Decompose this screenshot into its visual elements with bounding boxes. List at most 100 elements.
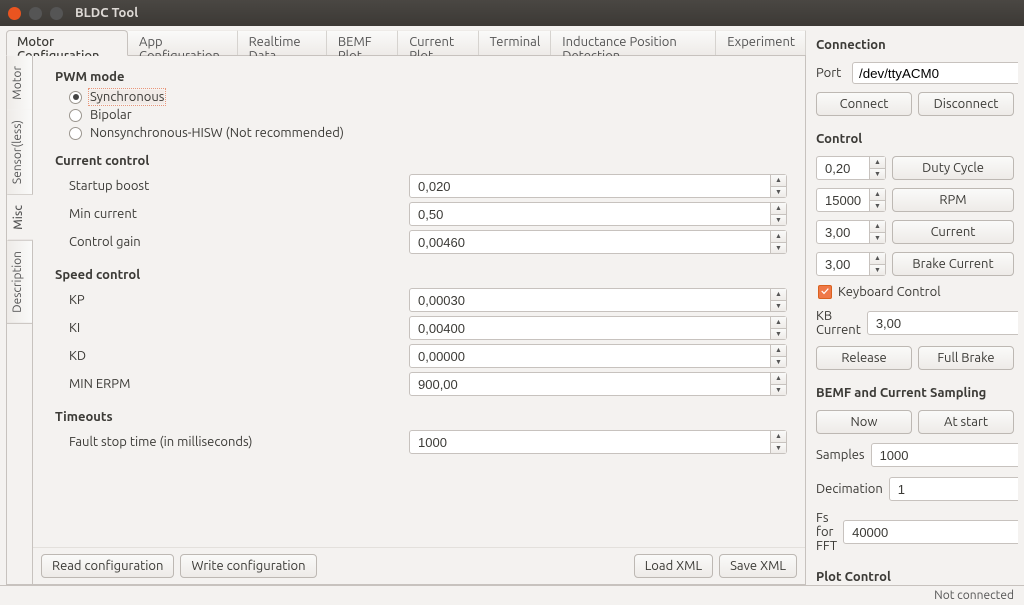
min-current-label: Min current bbox=[69, 207, 409, 221]
spin-up-icon[interactable]: ▲ bbox=[771, 175, 786, 187]
spin-down-icon[interactable]: ▼ bbox=[771, 301, 786, 312]
brake-current-button[interactable]: Brake Current bbox=[892, 252, 1014, 276]
kd-input[interactable]: ▲▼ bbox=[409, 344, 787, 368]
fs-fft-input[interactable]: ▲▼ bbox=[843, 520, 1018, 544]
port-input[interactable] bbox=[852, 62, 1018, 84]
release-button[interactable]: Release bbox=[816, 346, 912, 370]
kp-field[interactable] bbox=[409, 288, 771, 312]
current-field[interactable] bbox=[816, 220, 870, 244]
fault-stop-input[interactable]: ▲▼ bbox=[409, 430, 787, 454]
spin-down-icon[interactable]: ▼ bbox=[870, 265, 885, 276]
spin-up-icon[interactable]: ▲ bbox=[870, 253, 885, 265]
spin-up-icon[interactable]: ▲ bbox=[771, 431, 786, 443]
close-icon[interactable] bbox=[8, 7, 21, 20]
radio-icon[interactable] bbox=[69, 109, 82, 122]
vtab-misc[interactable]: Misc bbox=[7, 195, 33, 241]
rpm-field[interactable] bbox=[816, 188, 870, 212]
fs-fft-field[interactable] bbox=[843, 520, 1018, 544]
pwm-option-synchronous[interactable]: Synchronous bbox=[69, 90, 787, 104]
spin-up-icon[interactable]: ▲ bbox=[771, 345, 786, 357]
kp-input[interactable]: ▲▼ bbox=[409, 288, 787, 312]
kb-current-input[interactable]: ▲▼ bbox=[867, 311, 1018, 335]
maximize-icon[interactable] bbox=[50, 7, 63, 20]
checkbox-icon[interactable] bbox=[818, 285, 832, 299]
radio-icon[interactable] bbox=[69, 91, 82, 104]
spin-down-icon[interactable]: ▼ bbox=[870, 233, 885, 244]
load-xml-button[interactable]: Load XML bbox=[634, 554, 713, 578]
pwm-option-nonsync[interactable]: Nonsynchronous-HISW (Not recommended) bbox=[69, 126, 787, 140]
disconnect-button[interactable]: Disconnect bbox=[918, 92, 1014, 116]
rpm-input[interactable]: ▲▼ bbox=[816, 188, 886, 212]
samples-input[interactable]: ▲▼ bbox=[871, 443, 1018, 467]
duty-cycle-button[interactable]: Duty Cycle bbox=[892, 156, 1014, 180]
port-label: Port bbox=[816, 66, 846, 80]
vtab-motor[interactable]: Motor bbox=[7, 56, 32, 110]
sample-at-start-button[interactable]: At start bbox=[918, 410, 1014, 434]
current-input[interactable]: ▲▼ bbox=[816, 220, 886, 244]
spin-down-icon[interactable]: ▼ bbox=[771, 357, 786, 368]
tab-current-plot[interactable]: Current Plot bbox=[398, 30, 478, 55]
current-button[interactable]: Current bbox=[892, 220, 1014, 244]
spin-up-icon[interactable]: ▲ bbox=[870, 157, 885, 169]
tab-bemf-plot[interactable]: BEMF Plot bbox=[327, 30, 398, 55]
samples-field[interactable] bbox=[871, 443, 1018, 467]
fs-fft-label: Fs for FFT bbox=[816, 511, 837, 553]
radio-icon[interactable] bbox=[69, 127, 82, 140]
bemf-heading: BEMF and Current Sampling bbox=[816, 386, 1018, 400]
kd-field[interactable] bbox=[409, 344, 771, 368]
spin-up-icon[interactable]: ▲ bbox=[870, 189, 885, 201]
min-current-input[interactable]: ▲▼ bbox=[409, 202, 787, 226]
radio-label: Bipolar bbox=[90, 108, 132, 122]
duty-cycle-input[interactable]: ▲▼ bbox=[816, 156, 886, 180]
tab-realtime-data[interactable]: Realtime Data bbox=[238, 30, 327, 55]
spin-up-icon[interactable]: ▲ bbox=[771, 203, 786, 215]
sample-now-button[interactable]: Now bbox=[816, 410, 912, 434]
decimation-field[interactable] bbox=[889, 477, 1018, 501]
tab-app-configuration[interactable]: App Configuration bbox=[128, 30, 238, 55]
spin-down-icon[interactable]: ▼ bbox=[771, 443, 786, 454]
full-brake-button[interactable]: Full Brake bbox=[918, 346, 1014, 370]
spin-down-icon[interactable]: ▼ bbox=[771, 329, 786, 340]
speed-control-heading: Speed control bbox=[55, 268, 787, 282]
min-erpm-field[interactable] bbox=[409, 372, 771, 396]
ki-field[interactable] bbox=[409, 316, 771, 340]
min-erpm-input[interactable]: ▲▼ bbox=[409, 372, 787, 396]
spin-down-icon[interactable]: ▼ bbox=[771, 243, 786, 254]
spin-down-icon[interactable]: ▼ bbox=[870, 169, 885, 180]
tab-motor-configuration[interactable]: Motor Configuration bbox=[6, 30, 128, 56]
save-xml-button[interactable]: Save XML bbox=[719, 554, 797, 578]
control-gain-field[interactable] bbox=[409, 230, 771, 254]
control-gain-input[interactable]: ▲▼ bbox=[409, 230, 787, 254]
spin-down-icon[interactable]: ▼ bbox=[771, 215, 786, 226]
spin-down-icon[interactable]: ▼ bbox=[771, 385, 786, 396]
spin-up-icon[interactable]: ▲ bbox=[771, 231, 786, 243]
fault-stop-field[interactable] bbox=[409, 430, 771, 454]
duty-cycle-field[interactable] bbox=[816, 156, 870, 180]
write-configuration-button[interactable]: Write configuration bbox=[180, 554, 316, 578]
vtab-description[interactable]: Description bbox=[7, 241, 32, 324]
decimation-input[interactable]: ▲▼ bbox=[889, 477, 1018, 501]
min-current-field[interactable] bbox=[409, 202, 771, 226]
read-configuration-button[interactable]: Read configuration bbox=[41, 554, 174, 578]
brake-current-field[interactable] bbox=[816, 252, 870, 276]
ki-input[interactable]: ▲▼ bbox=[409, 316, 787, 340]
tab-inductance-position[interactable]: Inductance Position Detection bbox=[551, 30, 716, 55]
kb-current-field[interactable] bbox=[867, 311, 1018, 335]
spin-up-icon[interactable]: ▲ bbox=[771, 317, 786, 329]
vtab-sensorless[interactable]: Sensor(less) bbox=[7, 110, 32, 195]
tab-terminal[interactable]: Terminal bbox=[479, 30, 552, 55]
spin-up-icon[interactable]: ▲ bbox=[870, 221, 885, 233]
connect-button[interactable]: Connect bbox=[816, 92, 912, 116]
rpm-button[interactable]: RPM bbox=[892, 188, 1014, 212]
spin-down-icon[interactable]: ▼ bbox=[870, 201, 885, 212]
pwm-option-bipolar[interactable]: Bipolar bbox=[69, 108, 787, 122]
minimize-icon[interactable] bbox=[29, 7, 42, 20]
spin-down-icon[interactable]: ▼ bbox=[771, 187, 786, 198]
tab-experiment[interactable]: Experiment bbox=[716, 30, 806, 55]
startup-boost-input[interactable]: ▲▼ bbox=[409, 174, 787, 198]
startup-boost-field[interactable] bbox=[409, 174, 771, 198]
brake-current-input[interactable]: ▲▼ bbox=[816, 252, 886, 276]
spin-up-icon[interactable]: ▲ bbox=[771, 373, 786, 385]
keyboard-control-check[interactable]: Keyboard Control bbox=[818, 285, 1012, 299]
spin-up-icon[interactable]: ▲ bbox=[771, 289, 786, 301]
